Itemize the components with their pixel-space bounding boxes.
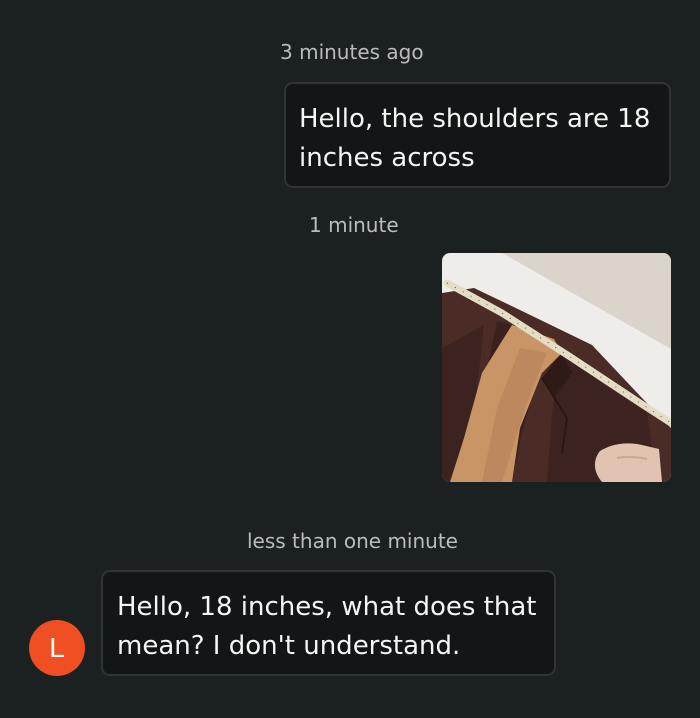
chat-screen: 3 minutes ago Hello, the shoulders are 1… xyxy=(0,0,700,718)
message-text: Hello, the shoulders are 18 inches acros… xyxy=(299,104,651,173)
avatar[interactable]: L xyxy=(29,620,85,676)
incoming-message-bubble[interactable]: Hello, 18 inches, what does that mean? I… xyxy=(101,570,556,676)
timestamp: less than one minute xyxy=(247,529,458,553)
timestamp: 1 minute xyxy=(309,213,399,237)
timestamp: 3 minutes ago xyxy=(280,40,424,64)
image-attachment[interactable] xyxy=(442,253,671,482)
outgoing-message-bubble[interactable]: Hello, the shoulders are 18 inches acros… xyxy=(284,82,671,188)
message-text: Hello, 18 inches, what does that mean? I… xyxy=(117,592,537,661)
jacket-measurement-photo xyxy=(442,253,671,482)
